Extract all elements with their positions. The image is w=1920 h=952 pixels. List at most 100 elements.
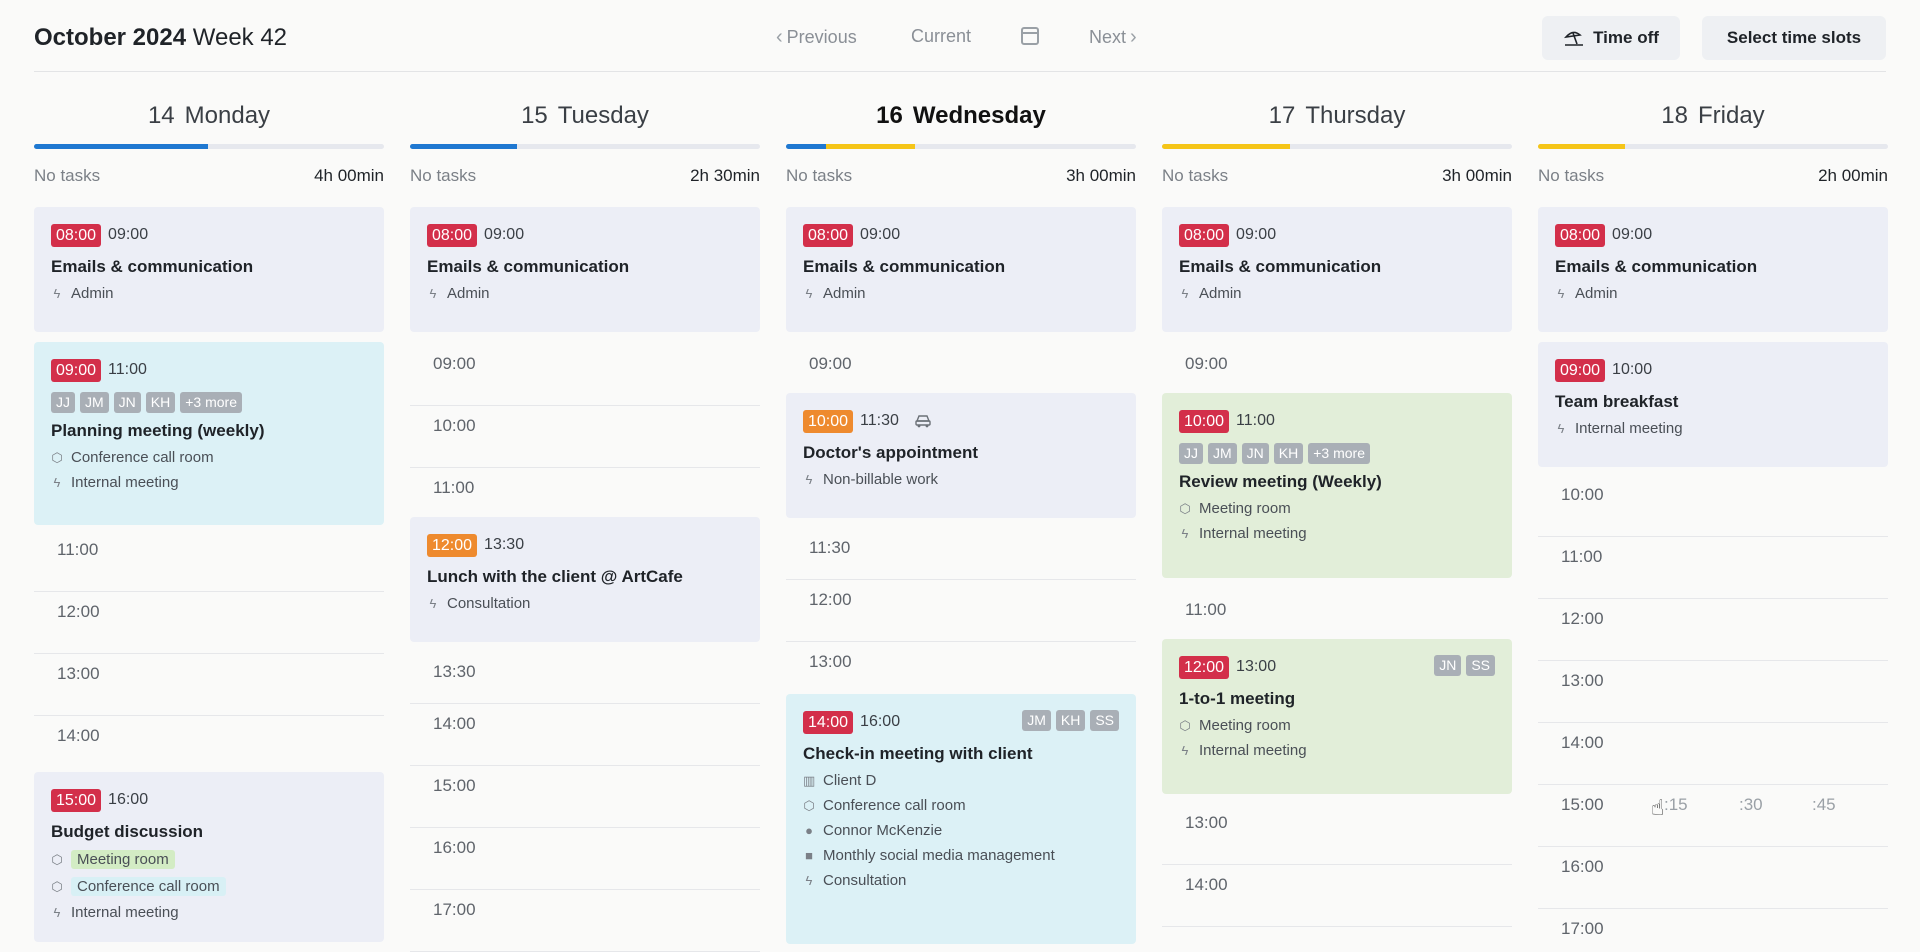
event-card[interactable]: 10:00 11:30 Doctor's appointment ϟ Non-bil… [786,393,1136,518]
time-slot[interactable]: 13:00 [1162,803,1512,865]
lightning-icon: ϟ [805,286,813,301]
event-card[interactable]: 08:00 09:00 Emails & communication ϟ Admin [410,207,760,332]
chevron-right-icon: › [1130,26,1137,48]
event-room: Meeting room [71,850,175,869]
start-time-badge: 08:00 [427,223,478,247]
time-slot[interactable]: 14:00 [410,704,760,766]
lightning-icon: ϟ [53,286,61,301]
event-card[interactable]: 12:00 13:00 JN SS 1-to-1 meeting ⬡ Meeting… [1162,639,1512,794]
slot-time: 13:00 [809,652,852,671]
event-room: Meeting room [1199,717,1291,734]
previous-label: Previous [786,27,857,47]
event-card[interactable]: 10:00 11:00 JJ JM JN KH +3 more Review me… [1162,393,1512,578]
start-time-badge: 08:00 [51,223,102,247]
event-card[interactable]: 15:00 16:00 Budget discussion ⬡ Meeting ro… [34,772,384,942]
slot-time: 14:00 [1561,733,1604,752]
time-slot[interactable]: 11:00 [34,530,384,592]
slot-time: 11:00 [57,540,99,559]
event-title: Team breakfast [1555,392,1679,411]
previous-button[interactable]: ‹ Previous [776,26,857,49]
next-button[interactable]: Next › [1089,26,1137,49]
time-slot[interactable]: 14:00 [1538,723,1888,785]
time-slot[interactable]: 10:00 [410,406,760,468]
event-type: Internal meeting [71,474,179,491]
event-card[interactable]: 08:00 09:00 Emails & communication ϟ Admin [1162,207,1512,332]
day-header: 17 Thursday [1162,102,1512,130]
event-card[interactable]: 12:00 13:30 Lunch with the client @ ArtCa… [410,517,760,642]
event-title: Emails & communication [803,257,1006,276]
event-card[interactable]: 08:00 09:00 Emails & communication ϟ Admin [34,207,384,332]
attendee-avatars: JN SS [1434,655,1495,676]
day-total: 2h 00min [1818,166,1888,185]
time-slot[interactable]: 09:00 [410,344,760,406]
event-type: Internal meeting [1199,525,1307,542]
event-type: Admin [447,285,490,302]
event-card[interactable]: 08:00 09:00 Emails & communication ϟ Admin [1538,207,1888,332]
event-title: Review meeting (Weekly) [1179,472,1382,491]
lightning-icon: ϟ [1181,526,1189,541]
event-title: Emails & communication [1179,257,1382,276]
avatar: KH [1055,710,1086,731]
time-slot[interactable]: 13:30 [410,652,760,704]
time-slot-hovered[interactable]: 15:00 :15 :30 :45 [1538,785,1888,847]
time-slot[interactable]: 11:00 [1538,537,1888,599]
event-type: Admin [1575,285,1618,302]
event-type: Non-billable work [823,471,939,488]
end-time: 11:00 [108,361,147,378]
time-slot[interactable]: 14:00 [34,716,384,778]
quarter-slot[interactable]: :30 [1739,795,1763,815]
end-time: 09:00 [484,226,525,243]
cube-icon: ⬡ [51,449,63,465]
day-name: Tuesday [557,102,649,129]
time-slot[interactable]: 13:00 [1538,661,1888,723]
quarter-slot[interactable]: :15 [1664,795,1688,815]
event-title: Emails & communication [51,257,254,276]
time-slot[interactable]: 12:00 [786,580,1136,642]
end-time: 09:00 [860,226,901,243]
slot-time: 16:00 [1561,857,1604,876]
no-tasks-label: No tasks [1538,166,1605,185]
quarter-slot[interactable]: :45 [1812,795,1836,815]
slot-time: 11:30 [809,538,851,557]
event-card[interactable]: 09:00 10:00 Team breakfast ϟ Internal meet… [1538,342,1888,467]
time-slot[interactable]: 10:00 [1538,475,1888,537]
end-time: 09:00 [1236,226,1277,243]
time-slot[interactable]: 13:00 [34,654,384,716]
attendee-avatars: JJ JM JN KH +3 more [1179,443,1495,464]
start-time-badge: 10:00 [803,409,854,433]
event-card[interactable]: 08:00 09:00 Emails & communication ϟ Admin [786,207,1136,332]
event-type: Consultation [447,595,531,612]
event-card[interactable]: 09:00 11:00 JJ JM JN KH +3 more Planning … [34,342,384,525]
day-number: 14 [147,102,175,129]
event-title: Check-in meeting with client [803,744,1033,763]
start-time-badge: 08:00 [1555,223,1606,247]
event-client: Client D [823,772,877,789]
time-slot[interactable]: 15:00 [410,766,760,828]
event-type: Internal meeting [1199,742,1307,759]
time-slot[interactable]: 17:00 [410,890,760,952]
current-button[interactable]: Current [911,26,971,47]
time-off-button[interactable]: Time off [1542,16,1680,60]
time-slot[interactable]: 12:00 [1538,599,1888,661]
event-type: Internal meeting [71,904,179,921]
end-time: 11:00 [1236,412,1275,429]
lightning-icon: ϟ [1557,421,1565,436]
progress-segment [1538,144,1625,149]
time-slot[interactable]: 16:00 [410,828,760,890]
start-time-badge: 12:00 [1179,655,1230,679]
time-slot[interactable]: 12:00 [34,592,384,654]
attendee-avatars: JM KH SS [1022,710,1119,731]
time-slot[interactable]: 17:00 [1538,909,1888,938]
day-name: Thursday [1305,102,1406,129]
avatar: SS [1466,655,1495,676]
day-column-tuesday: 15 Tuesday No tasks 2h 30min 08:00 09:00 E… [410,72,760,952]
more-avatars-badge: +3 more [180,392,242,413]
day-progress-bar [1162,144,1512,149]
time-slot[interactable]: 16:00 [1538,847,1888,909]
time-slot[interactable]: 11:30 [786,528,1136,580]
event-type: Consultation [823,872,907,889]
time-slot[interactable]: 14:00 [1162,865,1512,927]
calendar-icon[interactable] [1021,27,1039,45]
event-card[interactable]: 14:00 16:00 JM KH SS Check-in meeting wit… [786,694,1136,944]
select-time-slots-button[interactable]: Select time slots [1702,16,1886,60]
